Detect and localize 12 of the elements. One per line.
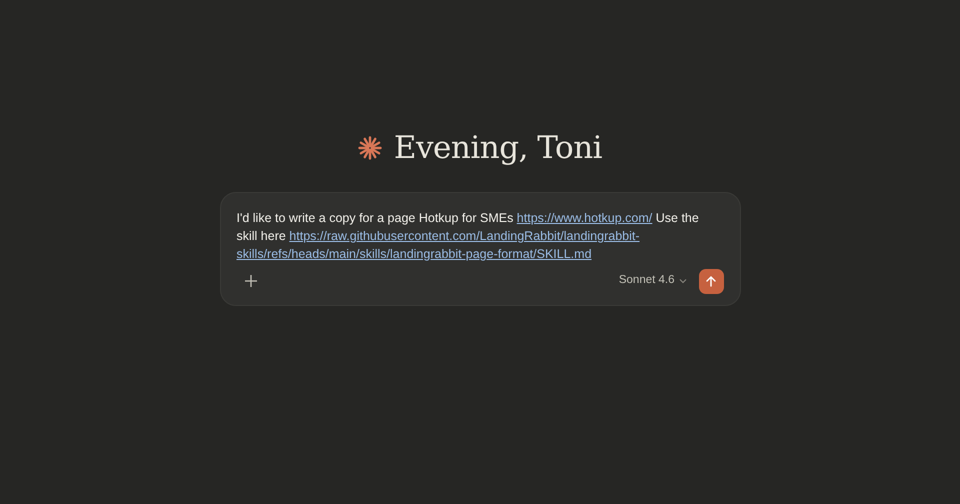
arrow-up-icon — [706, 276, 716, 286]
message-text: I'd like to write a copy for a page Hotkup for SMEs https://www.hotkup.com/ Use the skill here https://raw.githubusercontent.com/LandingRabbit/landingrabbit- skills/refs/heads/main/skills/landingrabbit-page-format/SKILL.md — [236, 210, 700, 263]
chevron-down-icon — [678, 278, 686, 284]
asterisk-logo-icon — [358, 136, 382, 160]
url-link[interactable]: https://raw.githubusercontent.com/LandingRabbit/landingrabbit- — [289, 229, 640, 243]
send-button[interactable] — [698, 268, 724, 294]
url-link[interactable]: skills/refs/heads/main/skills/landingrabbit-page-format/SKILL.md — [236, 247, 592, 261]
model-selector[interactable]: Sonnet 4.6 — [618, 272, 686, 290]
greeting-heading: Evening, Toni — [394, 129, 602, 168]
message-composer[interactable] — [220, 192, 740, 306]
url-link[interactable]: https://www.hotkup.com/ — [516, 211, 652, 225]
plus-icon — [244, 275, 256, 287]
